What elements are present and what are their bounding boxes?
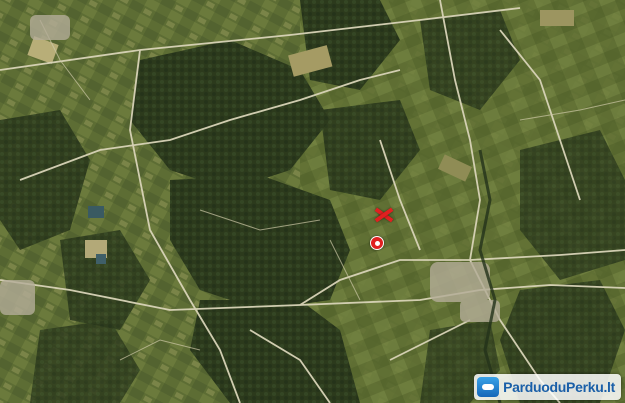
satellite-map[interactable]: ParduoduPerku.lt	[0, 0, 625, 403]
location-pin-icon[interactable]	[370, 236, 384, 250]
watermark: ParduoduPerku.lt	[474, 374, 621, 400]
watermark-text: ParduoduPerku.lt	[503, 379, 615, 395]
parduoduperku-logo-icon	[477, 377, 500, 397]
map-imagery	[0, 0, 625, 403]
x-cross-icon[interactable]	[374, 205, 394, 225]
